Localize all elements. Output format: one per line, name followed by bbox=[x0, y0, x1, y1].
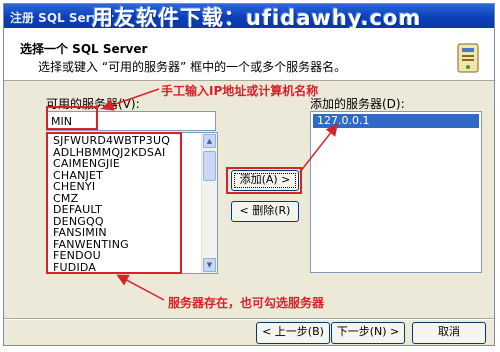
server-icon bbox=[457, 43, 479, 73]
cancel-button[interactable]: 取消 bbox=[412, 322, 486, 344]
title-bar[interactable]: 注册 SQL Server 用友软件下载：ufidawhy.com bbox=[4, 4, 494, 30]
input-highlight-box bbox=[46, 106, 98, 130]
manual-input-annotation: 手工输入IP地址或计算机名称 bbox=[161, 84, 319, 98]
back-button[interactable]: < 上一步(B) bbox=[256, 322, 330, 344]
list-item[interactable]: 127.0.0.1 bbox=[313, 114, 479, 128]
next-button[interactable]: 下一步(N) > bbox=[331, 322, 405, 344]
page-subtitle: 选择或键入 “可用的服务器” 框中的一个或多个服务器名。 bbox=[38, 60, 347, 74]
arrow-to-list bbox=[116, 274, 165, 301]
remove-button[interactable]: < 删除(R) bbox=[231, 201, 299, 222]
added-servers-list[interactable]: 127.0.0.1 bbox=[310, 111, 482, 273]
add-button-highlight-box bbox=[226, 167, 302, 194]
wizard-header: 选择一个 SQL Server 选择或键入 “可用的服务器” 框中的一个或多个服… bbox=[4, 28, 494, 81]
scroll-thumb[interactable] bbox=[203, 151, 216, 181]
scroll-up-icon[interactable]: ▲ bbox=[203, 134, 216, 148]
server-exists-annotation: 服务器存在，也可勾选服务器 bbox=[168, 296, 325, 310]
footer-divider bbox=[4, 318, 494, 320]
page-title: 选择一个 SQL Server bbox=[20, 42, 148, 56]
vertical-scrollbar[interactable]: ▲ ▼ bbox=[201, 133, 217, 273]
scroll-down-icon[interactable]: ▼ bbox=[203, 258, 216, 272]
register-sql-server-dialog: 注册 SQL Server 用友软件下载：ufidawhy.com 选择一个 S… bbox=[3, 3, 495, 346]
list-highlight-box bbox=[46, 132, 182, 274]
added-servers-label: 添加的服务器(D): bbox=[310, 97, 405, 111]
